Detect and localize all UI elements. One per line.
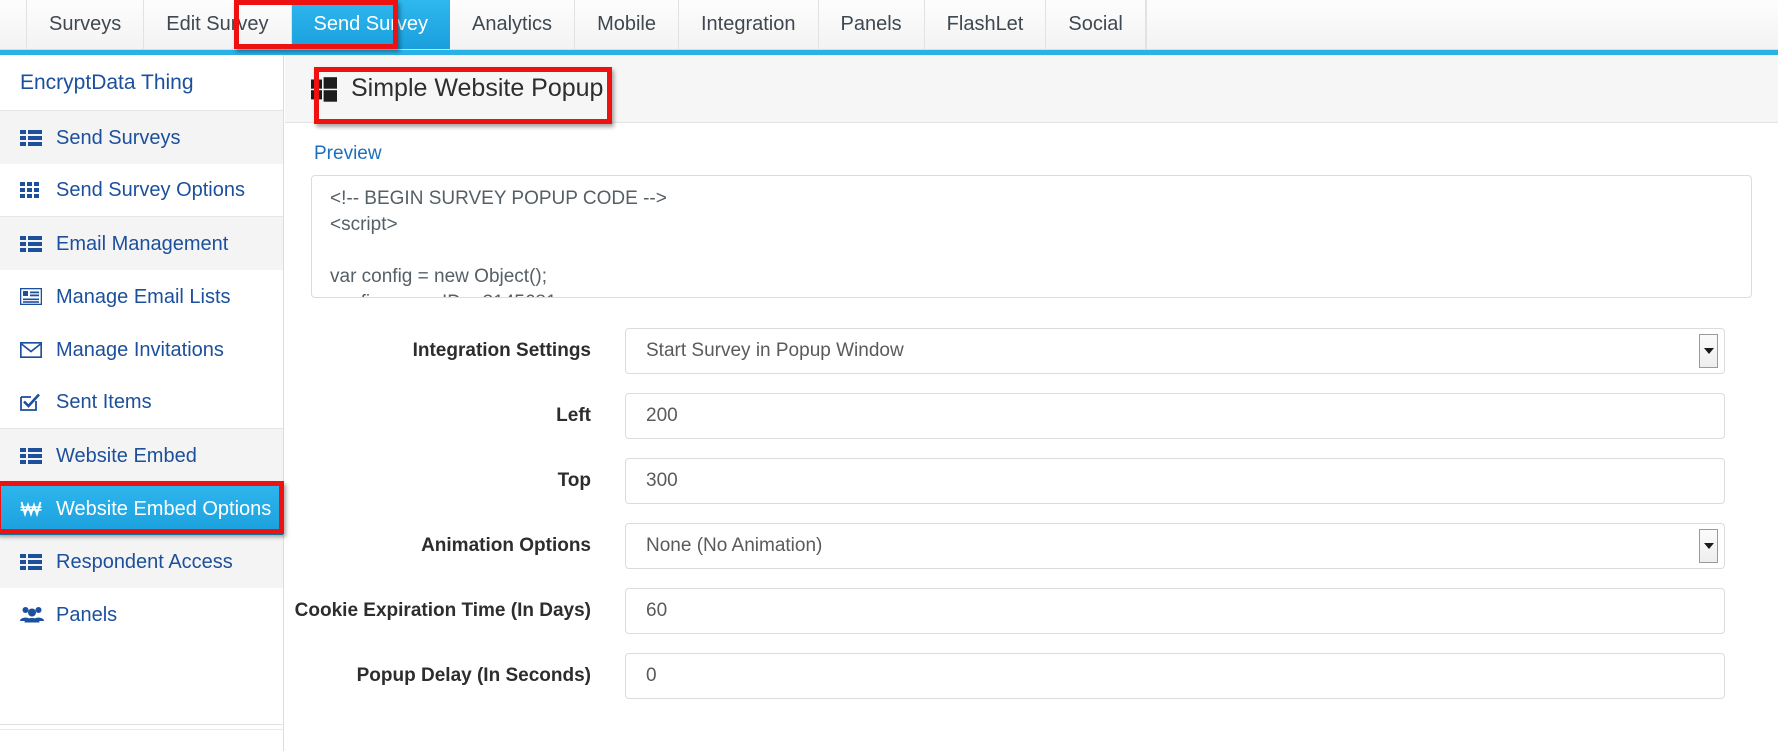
field-value: 60: [646, 599, 668, 621]
form-row-integration-settings: Integration Settings Start Survey in Pop…: [285, 318, 1778, 383]
popup-delay-input[interactable]: 0: [625, 652, 1725, 699]
list-rows-icon: [20, 446, 46, 466]
tab-label: FlashLet: [946, 13, 1024, 35]
sidebar-divider-secondary: [0, 729, 284, 730]
sidebar-item-label: Manage Invitations: [56, 338, 224, 361]
list-rows-icon: [20, 234, 46, 254]
tab-mobile[interactable]: Mobile: [575, 0, 679, 49]
field-value: 0: [646, 664, 657, 686]
form-row-top: Top 300: [285, 448, 1778, 513]
page-title-label: Simple Website Popup: [351, 74, 604, 102]
sidebar-item-manage-email-lists[interactable]: Manage Email Lists: [0, 270, 283, 323]
sidebar-item-label: Email Management: [56, 232, 229, 255]
field-value: 300: [646, 469, 678, 491]
field-value: Start Survey in Popup Window: [646, 339, 904, 361]
tab-label: Send Survey: [313, 13, 429, 35]
sidebar-item-label: Panels: [56, 603, 118, 626]
field-label: Popup Delay (In Seconds): [356, 664, 591, 686]
form-row-cookie-expiration-time: Cookie Expiration Time (In Days) 60: [285, 578, 1778, 643]
page-title: Simple Website Popup: [311, 74, 603, 103]
won-sign-icon: [20, 499, 46, 519]
tab-label: Edit Survey: [166, 13, 269, 35]
top-tab-bar: Surveys Edit Survey Send Survey Analytic…: [0, 0, 1778, 50]
tab-label: Mobile: [597, 13, 656, 35]
tab-send-survey[interactable]: Send Survey: [291, 0, 451, 49]
left-input[interactable]: 200: [625, 392, 1725, 439]
field-label: Left: [556, 404, 591, 426]
tab-surveys[interactable]: Surveys: [26, 0, 145, 49]
sidebar-item-label: Website Embed: [56, 444, 197, 467]
cookie-expiration-time-input[interactable]: 60: [625, 587, 1725, 634]
tab-label: Integration: [700, 13, 796, 35]
sidebar-divider: [0, 724, 284, 725]
sidebar-item-respondent-access[interactable]: Respondent Access: [0, 535, 283, 588]
users-icon: [20, 605, 46, 625]
sidebar-item-label: Manage Email Lists: [56, 285, 231, 308]
tab-panels[interactable]: Panels: [819, 0, 925, 49]
sidebar-item-manage-invitations[interactable]: Manage Invitations: [0, 323, 283, 376]
grid-dots-icon: [20, 180, 46, 200]
sidebar-title[interactable]: EncryptData Thing: [0, 55, 283, 111]
animation-options-select[interactable]: None (No Animation): [625, 522, 1725, 569]
tab-label: Panels: [840, 13, 902, 35]
list-rows-icon: [20, 552, 46, 572]
field-label: Integration Settings: [412, 339, 591, 361]
list-box-icon: [20, 287, 46, 307]
form-row-left: Left 200: [285, 383, 1778, 448]
sidebar: EncryptData Thing Send Surveys Send Surv…: [0, 55, 284, 751]
sidebar-item-send-surveys[interactable]: Send Surveys: [0, 111, 283, 164]
tab-label: Social: [1068, 13, 1123, 35]
sidebar-item-website-embed-options[interactable]: Website Embed Options: [0, 482, 283, 535]
top-input[interactable]: 300: [625, 457, 1725, 504]
field-value: None (No Animation): [646, 534, 823, 556]
integration-settings-select[interactable]: Start Survey in Popup Window: [625, 327, 1725, 374]
field-label: Cookie Expiration Time (In Days): [294, 599, 591, 621]
sidebar-item-sent-items[interactable]: Sent Items: [0, 376, 283, 429]
tab-edit-survey[interactable]: Edit Survey: [144, 0, 292, 49]
settings-form: Integration Settings Start Survey in Pop…: [285, 318, 1778, 708]
embed-code-textarea[interactable]: <!-- BEGIN SURVEY POPUP CODE --> <script…: [311, 175, 1752, 298]
tab-flashlet[interactable]: FlashLet: [925, 0, 1047, 49]
envelope-icon: [20, 340, 46, 360]
sidebar-item-label: Send Surveys: [56, 126, 181, 149]
sidebar-item-panels[interactable]: Panels: [0, 588, 283, 641]
chevron-down-icon[interactable]: [1699, 528, 1718, 563]
main-content: Simple Website Popup Preview <!-- BEGIN …: [285, 55, 1778, 751]
tab-analytics[interactable]: Analytics: [450, 0, 576, 49]
sidebar-item-label: Respondent Access: [56, 550, 233, 573]
sidebar-item-send-survey-options[interactable]: Send Survey Options: [0, 164, 283, 217]
list-rows-icon: [20, 128, 46, 148]
field-label: Top: [557, 469, 591, 491]
field-label: Animation Options: [421, 534, 591, 556]
check-square-icon: [20, 392, 46, 412]
panel-header: Simple Website Popup: [285, 55, 1778, 123]
tab-label: Surveys: [49, 13, 122, 35]
sidebar-item-label: Send Survey Options: [56, 179, 245, 201]
sidebar-item-website-embed[interactable]: Website Embed: [0, 429, 283, 482]
field-value: 200: [646, 404, 678, 426]
tab-integration[interactable]: Integration: [679, 0, 819, 49]
preview-link[interactable]: Preview: [314, 143, 382, 165]
windows-logo-icon: [311, 76, 337, 102]
form-row-animation-options: Animation Options None (No Animation): [285, 513, 1778, 578]
sidebar-item-label: Website Embed Options: [56, 497, 272, 520]
tab-social[interactable]: Social: [1046, 0, 1146, 49]
sidebar-item-label: Sent Items: [56, 391, 152, 413]
form-row-popup-delay: Popup Delay (In Seconds) 0: [285, 643, 1778, 708]
tab-bar-filler: [1145, 0, 1778, 49]
sidebar-title-label: EncryptData Thing: [20, 70, 194, 94]
tab-label: Analytics: [472, 13, 553, 35]
chevron-down-icon[interactable]: [1699, 333, 1718, 368]
sidebar-item-email-management[interactable]: Email Management: [0, 217, 283, 270]
